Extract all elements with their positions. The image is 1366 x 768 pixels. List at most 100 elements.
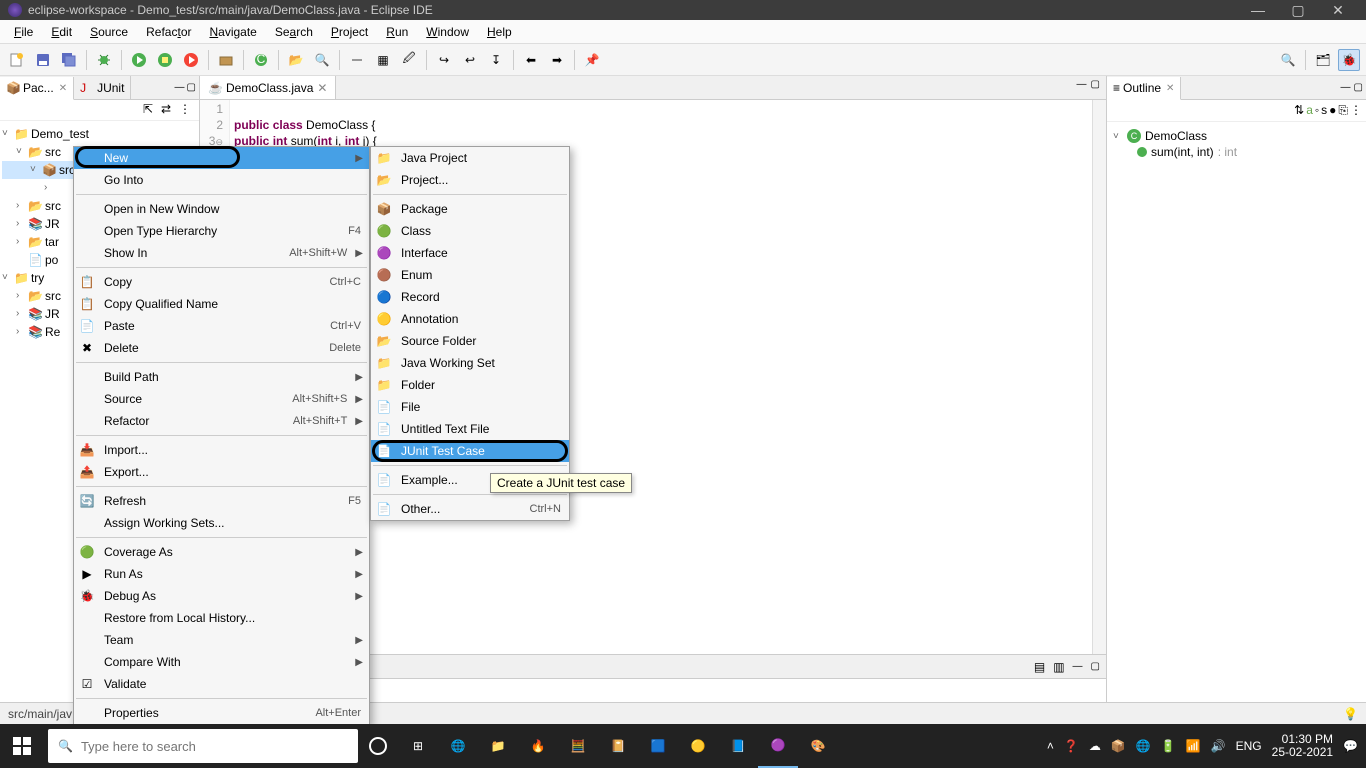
word-icon[interactable]: 📘 — [718, 724, 758, 768]
minimize-editor-icon[interactable]: — — [1077, 79, 1087, 96]
menu-window[interactable]: Window — [418, 23, 477, 41]
ctx-item-source[interactable]: SourceAlt+Shift+S▶ — [74, 388, 369, 410]
tray-clock[interactable]: 01:30 PM 25-02-2021 — [1272, 733, 1333, 759]
new-item-class[interactable]: 🟢Class — [371, 220, 569, 242]
hide-static-icon[interactable]: s — [1321, 103, 1327, 118]
ctx-item-go-into[interactable]: Go Into — [74, 169, 369, 191]
save-icon[interactable] — [32, 49, 54, 71]
menu-file[interactable]: File — [6, 23, 41, 41]
ctx-item-team[interactable]: Team▶ — [74, 629, 369, 651]
maximize-editor-icon[interactable]: ▢ — [1091, 79, 1100, 96]
tray-notifications-icon[interactable]: 💬 — [1343, 739, 1358, 753]
menu-edit[interactable]: Edit — [43, 23, 80, 41]
ctx-item-delete[interactable]: ✖DeleteDelete — [74, 337, 369, 359]
new-item-untitled-text-file[interactable]: 📄Untitled Text File — [371, 418, 569, 440]
coverage-icon[interactable] — [154, 49, 176, 71]
prev-ann-icon[interactable]: ↩ — [459, 49, 481, 71]
new-item-enum[interactable]: 🟤Enum — [371, 264, 569, 286]
close-icon[interactable]: ✕ — [59, 83, 67, 94]
tab-package-explorer[interactable]: 📦 Pac... ✕ — [0, 77, 74, 100]
tray-network-icon[interactable]: 🌐 — [1136, 739, 1151, 753]
new-item-folder[interactable]: 📁Folder — [371, 374, 569, 396]
tray-chevron-icon[interactable]: ˄ — [1047, 739, 1054, 753]
last-edit-icon[interactable]: ↧ — [485, 49, 507, 71]
outline-method[interactable]: sum(int, int) : int — [1113, 144, 1360, 160]
next-ann-icon[interactable]: ↪ — [433, 49, 455, 71]
ctx-item-copy-qualified-name[interactable]: 📋Copy Qualified Name — [74, 293, 369, 315]
view-menu-icon[interactable]: ⋮ — [179, 102, 195, 118]
ctx-item-open-in-new-window[interactable]: Open in New Window — [74, 198, 369, 220]
app-icon[interactable]: 🎨 — [798, 724, 838, 768]
sort-icon[interactable]: ⇅ — [1294, 103, 1304, 118]
maximize-view-icon[interactable]: ▢ — [1354, 82, 1363, 93]
perspective-debug-icon[interactable]: 🐞 — [1338, 49, 1360, 71]
fwd-icon[interactable]: ➡ — [546, 49, 568, 71]
toggle-comment-icon[interactable] — [346, 49, 368, 71]
search-input[interactable] — [81, 739, 348, 754]
menu-search[interactable]: Search — [267, 23, 321, 41]
hide-local-icon[interactable]: ⎘ — [1338, 103, 1348, 118]
minimize-view-icon[interactable]: — — [1341, 82, 1351, 93]
edge-icon[interactable]: 🟦 — [638, 724, 678, 768]
maximize-button[interactable]: ▢ — [1278, 2, 1318, 19]
app-icon[interactable]: 🔥 — [518, 724, 558, 768]
new-item-other-[interactable]: 📄Other...Ctrl+N — [371, 498, 569, 520]
new-item-project-[interactable]: 📂Project... — [371, 169, 569, 191]
tab-outline[interactable]: ≡ Outline ✕ — [1107, 77, 1181, 100]
ctx-item-run-as[interactable]: ▶Run As▶ — [74, 563, 369, 585]
hide-fields-icon[interactable]: ◦ — [1315, 103, 1319, 118]
quick-access-icon[interactable]: 🔍 — [1277, 49, 1299, 71]
ctx-item-import-[interactable]: 📥Import... — [74, 439, 369, 461]
ctx-item-export-[interactable]: 📤Export... — [74, 461, 369, 483]
close-icon[interactable]: ✕ — [317, 81, 327, 95]
app-icon[interactable]: 📔 — [598, 724, 638, 768]
menu-run[interactable]: Run — [378, 23, 416, 41]
save-all-icon[interactable] — [58, 49, 80, 71]
console-min-icon[interactable]: — — [1073, 661, 1083, 672]
ctx-item-assign-working-sets-[interactable]: Assign Working Sets... — [74, 512, 369, 534]
ctx-item-properties[interactable]: PropertiesAlt+Enter — [74, 702, 369, 724]
explorer-icon[interactable]: 📁 — [478, 724, 518, 768]
close-icon[interactable]: ✕ — [1166, 83, 1174, 94]
search-icon[interactable]: 🔍 — [311, 49, 333, 71]
new-item-package[interactable]: 📦Package — [371, 198, 569, 220]
ie-icon[interactable]: 🌐 — [438, 724, 478, 768]
close-button[interactable]: ✕ — [1318, 2, 1358, 19]
pin-icon[interactable]: 📌 — [581, 49, 603, 71]
menu-project[interactable]: Project — [323, 23, 376, 41]
overview-ruler[interactable] — [1092, 100, 1106, 654]
ctx-item-refresh[interactable]: 🔄RefreshF5 — [74, 490, 369, 512]
perspective-java-icon[interactable]: 🗂 — [1312, 49, 1334, 71]
start-button[interactable] — [0, 724, 44, 768]
view-menu-icon[interactable]: ⋮ — [1350, 103, 1362, 118]
new-item-source-folder[interactable]: 📂Source Folder — [371, 330, 569, 352]
ctx-item-copy[interactable]: 📋CopyCtrl+C — [74, 271, 369, 293]
tray-help-icon[interactable]: ❓ — [1064, 739, 1079, 753]
block-icon[interactable]: ▦ — [372, 49, 394, 71]
menu-refactor[interactable]: Refactor — [138, 23, 199, 41]
link-editor-icon[interactable]: ⇄ — [161, 102, 177, 118]
tree-project[interactable]: ˅📁 Demo_test — [2, 125, 197, 143]
editor-tab-democlass[interactable]: ☕ DemoClass.java ✕ — [200, 76, 336, 99]
console-max-icon[interactable]: ▢ — [1091, 661, 1100, 672]
ctx-item-open-type-hierarchy[interactable]: Open Type HierarchyF4 — [74, 220, 369, 242]
cortana-icon[interactable] — [358, 724, 398, 768]
menu-source[interactable]: Source — [82, 23, 136, 41]
new-item-record[interactable]: 🔵Record — [371, 286, 569, 308]
ctx-item-new[interactable]: New▶ — [74, 147, 369, 169]
ctx-item-compare-with[interactable]: Compare With▶ — [74, 651, 369, 673]
console-btn[interactable]: ▤ — [1034, 660, 1045, 674]
tray-lang[interactable]: ENG — [1236, 739, 1262, 753]
ctx-item-paste[interactable]: 📄PasteCtrl+V — [74, 315, 369, 337]
ctx-item-validate[interactable]: ☑Validate — [74, 673, 369, 695]
tray-volume-icon[interactable]: 🔊 — [1211, 739, 1226, 753]
ctx-item-restore-from-local-history-[interactable]: Restore from Local History... — [74, 607, 369, 629]
eclipse-taskbar-icon[interactable]: 🟣 — [758, 724, 798, 768]
run-icon[interactable] — [128, 49, 150, 71]
ctx-item-refactor[interactable]: RefactorAlt+Shift+T▶ — [74, 410, 369, 432]
filter-icon[interactable]: a — [1306, 103, 1313, 118]
back-icon[interactable]: ⬅ — [520, 49, 542, 71]
new-item-java-project[interactable]: 📁Java Project — [371, 147, 569, 169]
tray-battery-icon[interactable]: 🔋 — [1161, 739, 1176, 753]
taskview-icon[interactable]: ⊞ — [398, 724, 438, 768]
